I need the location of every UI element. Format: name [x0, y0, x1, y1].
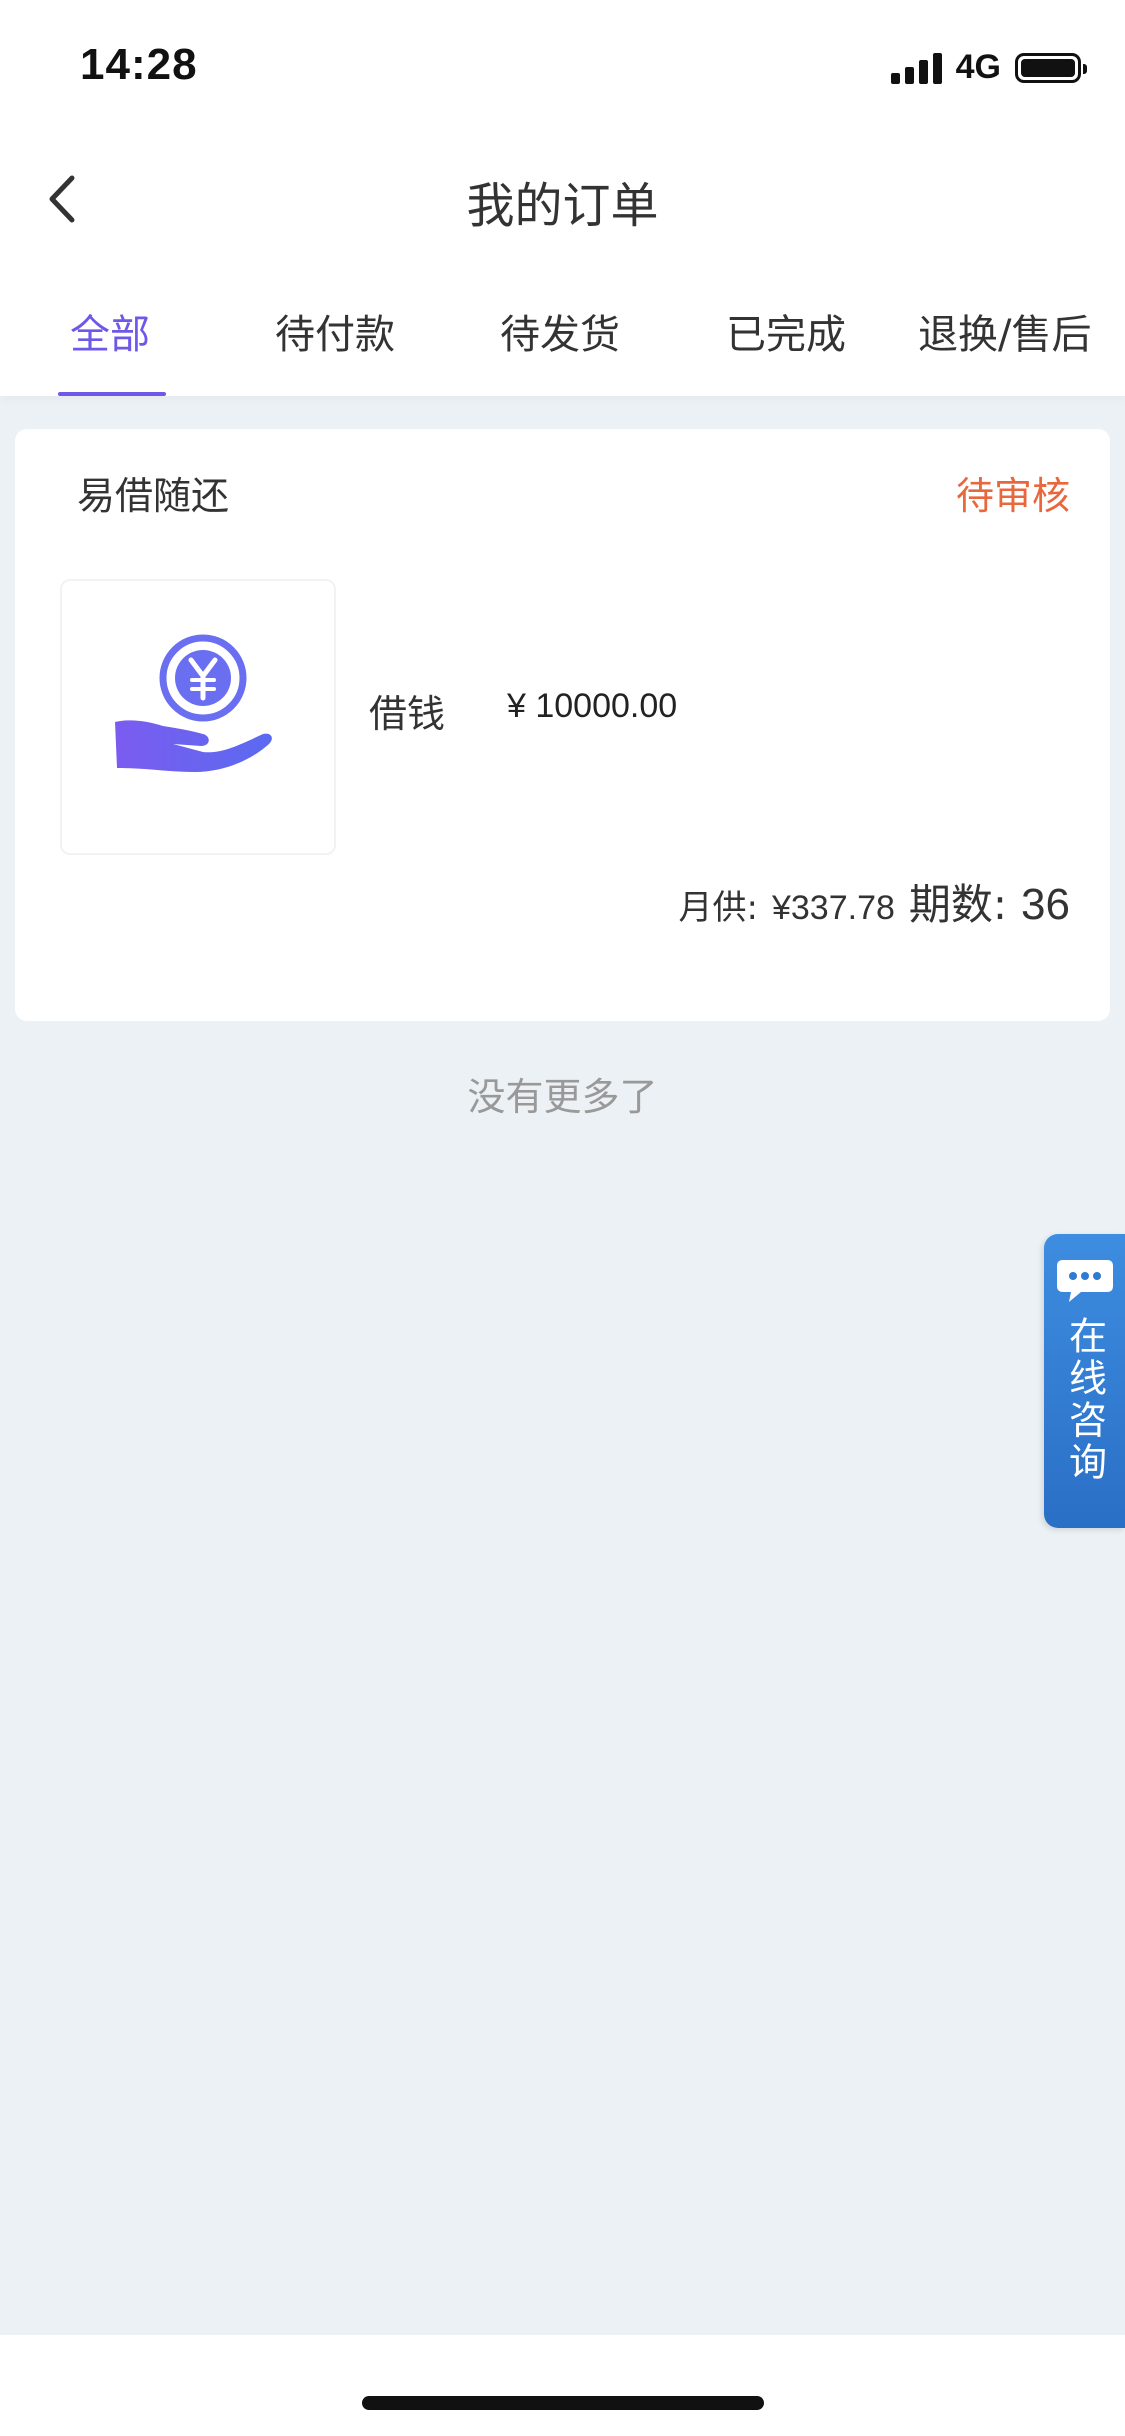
online-consult-label: 在线咨询	[1062, 1316, 1107, 1484]
bottom-bar	[0, 2335, 1125, 2436]
page-title: 我的订单	[466, 178, 659, 234]
status-bar: 14:28 4G	[0, 0, 1125, 132]
online-consult-button[interactable]: 在线咨询	[1044, 1234, 1125, 1528]
order-tabs: 全部 待付款 待发货 已完成 退换/售后	[0, 264, 1125, 396]
monthly-payment-label: 月供:	[678, 888, 758, 928]
monthly-payment-value: ¥337.78	[771, 889, 895, 927]
tab-all[interactable]: 全部	[70, 302, 150, 360]
order-status-badge: 待审核	[955, 474, 1070, 518]
tab-pending-payment[interactable]: 待付款	[275, 302, 395, 360]
signal-icon	[890, 52, 942, 84]
nav-bar: 我的订单	[0, 132, 1125, 264]
hand-yuan-coin-icon	[115, 634, 272, 772]
periods-label: 期数:	[908, 880, 1008, 929]
shop-name: 易借随还	[77, 474, 230, 518]
order-card[interactable]: 易借随还 待审核 借钱 ¥ 10000.00 月供: ¥337.78 期数: 3…	[15, 429, 1110, 1021]
battery-icon	[1015, 52, 1087, 83]
product-name: 借钱	[369, 692, 446, 736]
status-time: 14:28	[80, 40, 198, 89]
chat-bubble-icon	[1056, 1260, 1113, 1302]
active-tab-indicator	[58, 392, 166, 396]
product-price: ¥ 10000.00	[507, 687, 678, 725]
status-indicators: 4G	[890, 48, 1087, 87]
installment-info: 月供: ¥337.78 期数: 36	[679, 871, 1070, 932]
tab-completed[interactable]: 已完成	[726, 302, 846, 360]
tab-pending-shipment[interactable]: 待发货	[500, 302, 620, 360]
periods-value: 36	[1021, 880, 1070, 929]
network-label: 4G	[955, 48, 1001, 86]
tab-returns[interactable]: 退换/售后	[918, 302, 1091, 360]
home-indicator[interactable]	[362, 2396, 764, 2410]
no-more-text: 没有更多了	[467, 1075, 658, 1119]
product-thumbnail[interactable]	[60, 579, 336, 855]
